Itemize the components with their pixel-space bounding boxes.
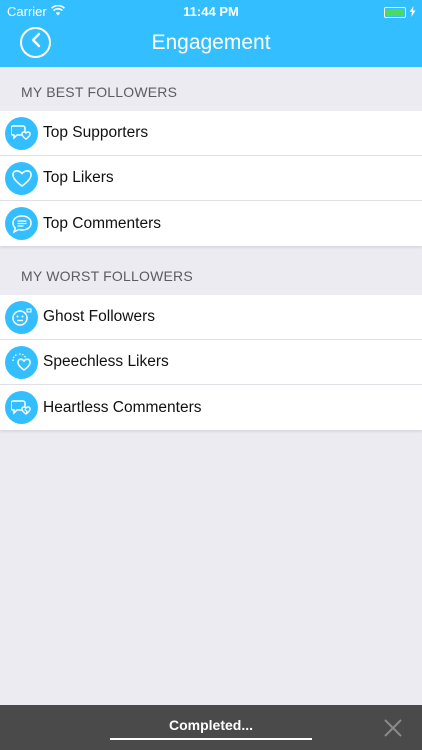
progress-bar <box>110 738 312 740</box>
heart-icon <box>5 161 38 195</box>
list-item-label: Speechless Likers <box>43 353 169 370</box>
close-icon <box>382 719 404 743</box>
close-button[interactable] <box>382 717 404 739</box>
broken-heart-chat-icon <box>5 391 38 424</box>
ghost-face-icon <box>5 300 38 334</box>
progress-status-text: Completed... <box>168 717 253 733</box>
list-item-speechless-likers[interactable]: Speechless Likers <box>0 340 422 385</box>
status-bar: Carrier 11:44 PM <box>0 0 422 22</box>
charging-bolt-icon <box>409 5 416 20</box>
page-title: Engagement <box>151 31 271 54</box>
list-item-label: Top Commenters <box>43 214 162 232</box>
progress-toast: Completed... <box>0 705 422 750</box>
list-item-label: Ghost Followers <box>43 308 155 325</box>
list-item-label: Heartless Commenters <box>43 398 202 416</box>
list-item-heartless-commenters[interactable]: Heartless Commenters <box>0 385 422 430</box>
battery-icon <box>384 7 406 18</box>
battery-indicator <box>384 5 416 20</box>
list-item-ghost-followers[interactable]: Ghost Followers <box>0 295 422 340</box>
list-item-label: Top Likers <box>43 169 114 186</box>
section-header-best: MY BEST FOLLOWERS <box>21 84 178 100</box>
nav-header: Carrier 11:44 PM Engagement <box>0 0 422 67</box>
best-followers-list: Top Supporters Top Likers Top Commenters <box>0 111 422 246</box>
list-item-top-likers[interactable]: Top Likers <box>0 156 422 201</box>
dotted-heart-icon <box>5 345 38 379</box>
worst-followers-list: Ghost Followers Speechless Likers Heartl… <box>0 295 422 430</box>
list-item-top-commenters[interactable]: Top Commenters <box>0 201 422 246</box>
clock: 11:44 PM <box>183 4 239 19</box>
section-header-worst: MY WORST FOLLOWERS <box>21 268 193 284</box>
speech-bubble-icon <box>5 207 38 240</box>
list-item-top-supporters[interactable]: Top Supporters <box>0 111 422 156</box>
list-item-label: Top Supporters <box>43 124 149 141</box>
chat-heart-icon <box>5 116 38 150</box>
